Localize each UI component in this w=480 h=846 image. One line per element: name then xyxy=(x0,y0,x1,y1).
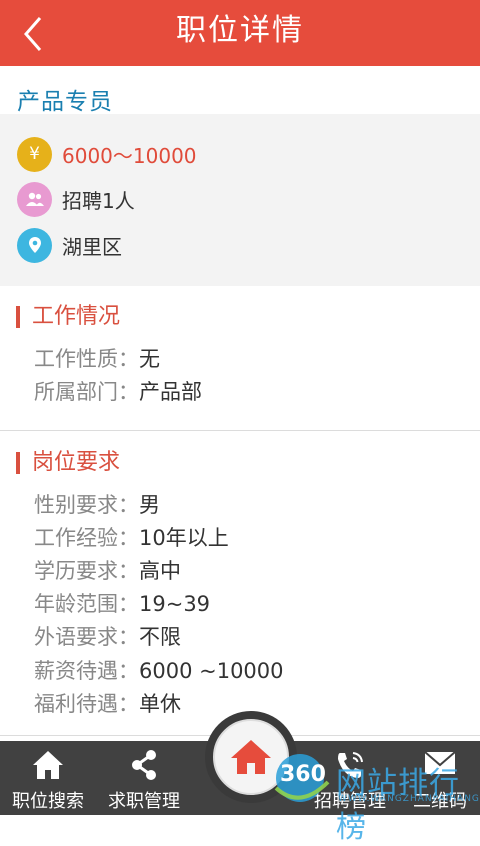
language-value: 不限 xyxy=(139,625,181,649)
salary-row: ¥ 6000～10000 xyxy=(17,136,197,172)
work-type-value: 无 xyxy=(139,347,160,371)
work-section-title: 工作情况 xyxy=(16,306,120,328)
share-icon xyxy=(132,750,156,780)
home-icon xyxy=(33,751,63,779)
age-value: 19~39 xyxy=(139,592,211,616)
section-divider xyxy=(0,430,480,431)
tab-job-management[interactable]: 求职管理 xyxy=(96,741,192,815)
salary-label: 薪资待遇： xyxy=(34,659,139,683)
education-label: 学历要求： xyxy=(34,559,139,583)
tab-label: 求职管理 xyxy=(108,791,180,812)
job-title: 产品专员 xyxy=(17,89,113,115)
location-value: 湖里区 xyxy=(62,234,122,259)
work-row: 工作性质：无 xyxy=(34,343,160,373)
page-title: 职位详情 xyxy=(176,13,304,48)
location-row: 湖里区 xyxy=(17,227,122,263)
watermark-subtext: WWW.WANGZHANPAIHANG xyxy=(338,794,480,804)
requirement-row: 薪资待遇：6000 ~10000 xyxy=(34,655,284,685)
home-icon xyxy=(231,740,271,774)
department-value: 产品部 xyxy=(139,380,202,404)
experience-value: 10年以上 xyxy=(139,526,229,550)
work-row: 所属部门：产品部 xyxy=(34,376,202,406)
watermark-brand: 360 xyxy=(280,762,326,787)
work-type-label: 工作性质： xyxy=(34,347,139,371)
benefits-label: 福利待遇： xyxy=(34,692,139,716)
tab-label: 职位搜索 xyxy=(12,791,84,812)
headcount-row: 招聘1人 xyxy=(17,181,135,217)
location-pin-icon xyxy=(17,227,52,263)
requirements-section-title: 岗位要求 xyxy=(16,452,120,474)
gender-value: 男 xyxy=(139,493,160,517)
headcount-value: 招聘1人 xyxy=(62,188,135,213)
requirement-row: 年龄范围：19~39 xyxy=(34,588,210,618)
app-header: 职位详情 xyxy=(0,0,480,66)
site-watermark: 360 网站排行榜 WWW.WANGZHANPAIHANG xyxy=(272,752,480,845)
people-icon xyxy=(17,181,52,217)
tab-job-search[interactable]: 职位搜索 xyxy=(0,741,96,815)
gender-label: 性别要求： xyxy=(34,493,139,517)
education-value: 高中 xyxy=(139,559,181,583)
salary-detail-value: 6000 ~10000 xyxy=(139,659,284,683)
salary-value: 6000～10000 xyxy=(62,143,197,168)
yen-icon: ¥ xyxy=(17,136,52,172)
requirement-row: 福利待遇：单休 xyxy=(34,688,181,718)
job-info-panel: ¥ 6000～10000 招聘1人 湖里区 xyxy=(0,114,480,286)
requirement-row: 性别要求：男 xyxy=(34,489,160,519)
requirement-row: 学历要求：高中 xyxy=(34,555,181,585)
department-label: 所属部门： xyxy=(34,380,139,404)
benefits-value: 单休 xyxy=(139,692,181,716)
requirement-row: 外语要求：不限 xyxy=(34,621,181,651)
age-label: 年龄范围： xyxy=(34,592,139,616)
language-label: 外语要求： xyxy=(34,625,139,649)
requirement-row: 工作经验：10年以上 xyxy=(34,522,229,552)
experience-label: 工作经验： xyxy=(34,526,139,550)
